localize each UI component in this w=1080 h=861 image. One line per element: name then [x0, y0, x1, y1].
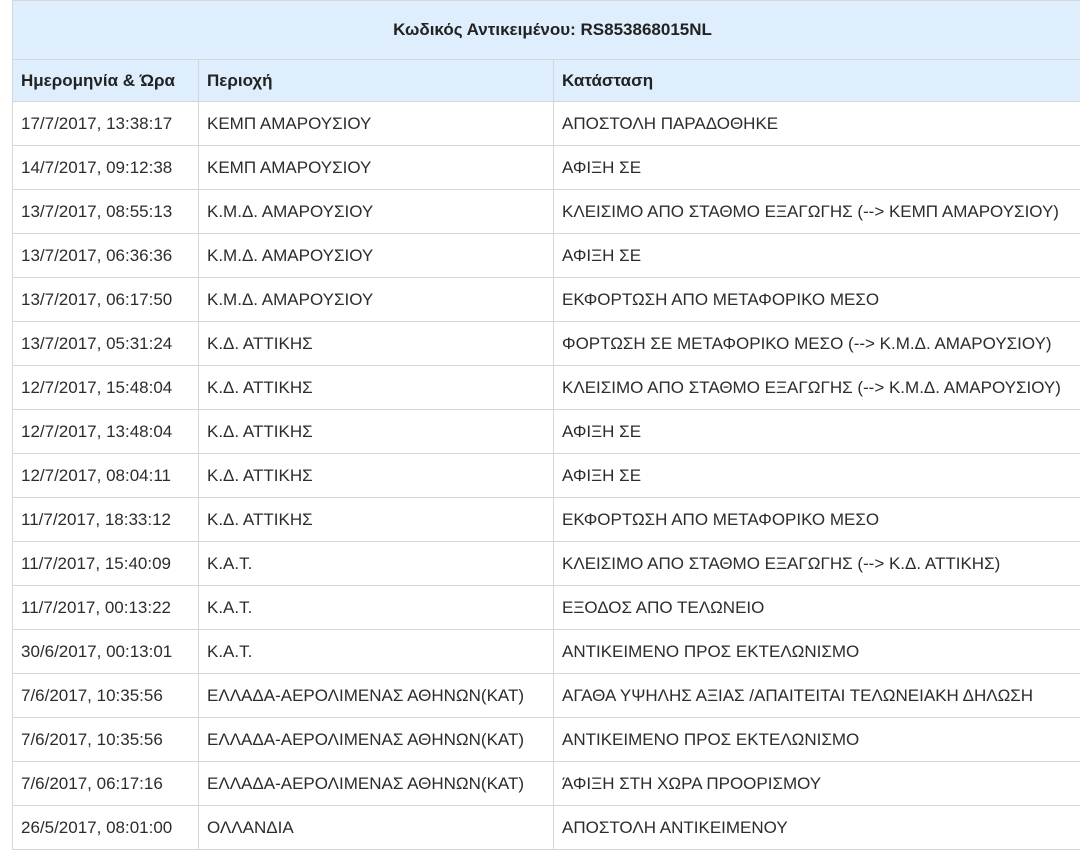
tracking-panel: Κωδικός Αντικειμένου: RS853868015NL Ημερ…	[11, 0, 1080, 850]
cell-area: Κ.Α.Τ.	[198, 585, 554, 630]
cell-area: Κ.Α.Τ.	[198, 629, 554, 674]
cell-datetime: 13/7/2017, 05:31:24	[12, 321, 199, 366]
cell-status: ΚΛΕΙΣΙΜΟ ΑΠΟ ΣΤΑΘΜΟ ΕΞΑΓΩΓΗΣ (--> ΚΕΜΠ Α…	[552, 189, 1080, 234]
tracking-events: 17/7/2017, 13:38:17 ΚΕΜΠ ΑΜΑΡΟΥΣΙΟΥ ΑΠΟΣΤΟ…	[12, 101, 1080, 850]
cell-datetime: 14/7/2017, 09:12:38	[12, 145, 199, 190]
cell-status: ΕΞΟΔΟΣ ΑΠΟ ΤΕΛΩΝΕΙΟ	[552, 585, 1080, 630]
column-header-row: Ημερομηνία & Ώρα Περιοχή Κατάσταση	[12, 59, 1080, 102]
column-header-datetime: Ημερομηνία & Ώρα	[12, 59, 199, 102]
cell-area: Κ.Μ.Δ. ΑΜΑΡΟΥΣΙΟΥ	[198, 233, 554, 278]
column-header-area: Περιοχή	[198, 59, 554, 102]
cell-status: ΚΛΕΙΣΙΜΟ ΑΠΟ ΣΤΑΘΜΟ ΕΞΑΓΩΓΗΣ (--> Κ.Μ.Δ.…	[552, 365, 1080, 410]
table-row: 11/7/2017, 00:13:22 Κ.Α.Τ. ΕΞΟΔΟΣ ΑΠΟ ΤΕΛΩ…	[12, 585, 1080, 630]
cell-datetime: 13/7/2017, 06:17:50	[12, 277, 199, 322]
cell-datetime: 7/6/2017, 10:35:56	[12, 673, 199, 718]
table-row: 13/7/2017, 05:31:24 Κ.Δ. ΑΤΤΙΚΗΣ ΦΟΡΤΩΣΗ Σ…	[12, 321, 1080, 366]
cell-area: ΚΕΜΠ ΑΜΑΡΟΥΣΙΟΥ	[198, 145, 554, 190]
cell-area: ΟΛΛΑΝΔΙΑ	[198, 805, 554, 850]
table-row: 12/7/2017, 15:48:04 Κ.Δ. ΑΤΤΙΚΗΣ ΚΛΕΙΣΙΜΟ …	[12, 365, 1080, 410]
cell-area: Κ.Δ. ΑΤΤΙΚΗΣ	[198, 497, 554, 542]
cell-area: ΕΛΛΑΔΑ-ΑΕΡΟΛΙΜΕΝΑΣ ΑΘΗΝΩΝ(ΚΑΤ)	[198, 673, 554, 718]
cell-area: ΚΕΜΠ ΑΜΑΡΟΥΣΙΟΥ	[198, 101, 554, 146]
cell-area: Κ.Α.Τ.	[198, 541, 554, 586]
table-row: 17/7/2017, 13:38:17 ΚΕΜΠ ΑΜΑΡΟΥΣΙΟΥ ΑΠΟΣΤΟ…	[12, 101, 1080, 146]
table-row: 7/6/2017, 10:35:56 ΕΛΛΑΔΑ-ΑΕΡΟΛΙΜΕΝΑΣ ΑΘΗ…	[12, 717, 1080, 762]
cell-datetime: 13/7/2017, 08:55:13	[12, 189, 199, 234]
cell-area: Κ.Δ. ΑΤΤΙΚΗΣ	[198, 409, 554, 454]
cell-datetime: 12/7/2017, 15:48:04	[12, 365, 199, 410]
table-row: 7/6/2017, 10:35:56 ΕΛΛΑΔΑ-ΑΕΡΟΛΙΜΕΝΑΣ ΑΘΗ…	[12, 673, 1080, 718]
cell-datetime: 12/7/2017, 08:04:11	[12, 453, 199, 498]
title-row: Κωδικός Αντικειμένου: RS853868015NL	[11, 0, 1080, 60]
tracking-table: Κωδικός Αντικειμένου: RS853868015NL Ημερ…	[11, 0, 1080, 850]
cell-status: ΑΠΟΣΤΟΛΗ ΑΝΤΙΚΕΙΜΕΝΟΥ	[552, 805, 1080, 850]
table-row: 13/7/2017, 06:36:36 Κ.Μ.Δ. ΑΜΑΡΟΥΣΙΟΥ ΑΦΙΞ…	[12, 233, 1080, 278]
cell-area: Κ.Δ. ΑΤΤΙΚΗΣ	[198, 321, 554, 366]
cell-status: ΑΦΙΞΗ ΣΕ	[552, 145, 1080, 190]
cell-datetime: 17/7/2017, 13:38:17	[12, 101, 199, 146]
table-row: 30/6/2017, 00:13:01 Κ.Α.Τ. ΑΝΤΙΚΕΙΜΕΝΟ ΠΡΟ…	[12, 629, 1080, 674]
cell-datetime: 11/7/2017, 18:33:12	[12, 497, 199, 542]
table-row: 13/7/2017, 08:55:13 Κ.Μ.Δ. ΑΜΑΡΟΥΣΙΟΥ ΚΛΕΙ…	[12, 189, 1080, 234]
cell-status: ΦΟΡΤΩΣΗ ΣΕ ΜΕΤΑΦΟΡΙΚΟ ΜΕΣΟ (--> Κ.Μ.Δ. Α…	[552, 321, 1080, 366]
column-header-status: Κατάσταση	[552, 59, 1080, 102]
cell-status: ΑΓΑΘΑ ΥΨΗΛΗΣ ΑΞΙΑΣ /ΑΠΑΙΤΕΙΤΑΙ ΤΕΛΩΝΕΙΑΚ…	[552, 673, 1080, 718]
cell-datetime: 26/5/2017, 08:01:00	[12, 805, 199, 850]
table-row: 7/6/2017, 06:17:16 ΕΛΛΑΔΑ-ΑΕΡΟΛΙΜΕΝΑΣ ΑΘΗ…	[12, 761, 1080, 806]
cell-status: ΕΚΦΟΡΤΩΣΗ ΑΠΟ ΜΕΤΑΦΟΡΙΚΟ ΜΕΣΟ	[552, 497, 1080, 542]
tracking-number-title: Κωδικός Αντικειμένου: RS853868015NL	[11, 0, 1080, 60]
cell-status: ΑΝΤΙΚΕΙΜΕΝΟ ΠΡΟΣ ΕΚΤΕΛΩΝΙΣΜΟ	[552, 629, 1080, 674]
cell-area: Κ.Μ.Δ. ΑΜΑΡΟΥΣΙΟΥ	[198, 277, 554, 322]
table-row: 12/7/2017, 13:48:04 Κ.Δ. ΑΤΤΙΚΗΣ ΑΦΙΞΗ ΣΕ	[12, 409, 1080, 454]
cell-status: ΆΦΙΞΗ ΣΤΗ ΧΩΡΑ ΠΡΟΟΡΙΣΜΟΥ	[552, 761, 1080, 806]
cell-datetime: 7/6/2017, 06:17:16	[12, 761, 199, 806]
cell-status: ΑΦΙΞΗ ΣΕ	[552, 233, 1080, 278]
cell-area: Κ.Μ.Δ. ΑΜΑΡΟΥΣΙΟΥ	[198, 189, 554, 234]
cell-status: ΕΚΦΟΡΤΩΣΗ ΑΠΟ ΜΕΤΑΦΟΡΙΚΟ ΜΕΣΟ	[552, 277, 1080, 322]
table-row: 26/5/2017, 08:01:00 ΟΛΛΑΝΔΙΑ ΑΠΟΣΤΟΛΗ ΑΝΤΙ…	[12, 805, 1080, 850]
cell-datetime: 13/7/2017, 06:36:36	[12, 233, 199, 278]
cell-area: ΕΛΛΑΔΑ-ΑΕΡΟΛΙΜΕΝΑΣ ΑΘΗΝΩΝ(ΚΑΤ)	[198, 717, 554, 762]
table-row: 11/7/2017, 18:33:12 Κ.Δ. ΑΤΤΙΚΗΣ ΕΚΦΟΡΤΩΣΗ…	[12, 497, 1080, 542]
cell-status: ΚΛΕΙΣΙΜΟ ΑΠΟ ΣΤΑΘΜΟ ΕΞΑΓΩΓΗΣ (--> Κ.Δ. Α…	[552, 541, 1080, 586]
cell-area: Κ.Δ. ΑΤΤΙΚΗΣ	[198, 365, 554, 410]
cell-datetime: 11/7/2017, 00:13:22	[12, 585, 199, 630]
table-row: 14/7/2017, 09:12:38 ΚΕΜΠ ΑΜΑΡΟΥΣΙΟΥ ΑΦΙΞΗ …	[12, 145, 1080, 190]
cell-datetime: 7/6/2017, 10:35:56	[12, 717, 199, 762]
cell-status: ΑΝΤΙΚΕΙΜΕΝΟ ΠΡΟΣ ΕΚΤΕΛΩΝΙΣΜΟ	[552, 717, 1080, 762]
table-row: 11/7/2017, 15:40:09 Κ.Α.Τ. ΚΛΕΙΣΙΜΟ ΑΠΟ ΣΤ…	[12, 541, 1080, 586]
cell-status: ΑΦΙΞΗ ΣΕ	[552, 453, 1080, 498]
cell-status: ΑΠΟΣΤΟΛΗ ΠΑΡΑΔΟΘΗΚΕ	[552, 101, 1080, 146]
cell-area: Κ.Δ. ΑΤΤΙΚΗΣ	[198, 453, 554, 498]
cell-datetime: 11/7/2017, 15:40:09	[12, 541, 199, 586]
cell-status: ΑΦΙΞΗ ΣΕ	[552, 409, 1080, 454]
cell-datetime: 30/6/2017, 00:13:01	[12, 629, 199, 674]
table-row: 12/7/2017, 08:04:11 Κ.Δ. ΑΤΤΙΚΗΣ ΑΦΙΞΗ ΣΕ	[12, 453, 1080, 498]
table-row: 13/7/2017, 06:17:50 Κ.Μ.Δ. ΑΜΑΡΟΥΣΙΟΥ ΕΚΦΟ…	[12, 277, 1080, 322]
cell-area: ΕΛΛΑΔΑ-ΑΕΡΟΛΙΜΕΝΑΣ ΑΘΗΝΩΝ(ΚΑΤ)	[198, 761, 554, 806]
cell-datetime: 12/7/2017, 13:48:04	[12, 409, 199, 454]
